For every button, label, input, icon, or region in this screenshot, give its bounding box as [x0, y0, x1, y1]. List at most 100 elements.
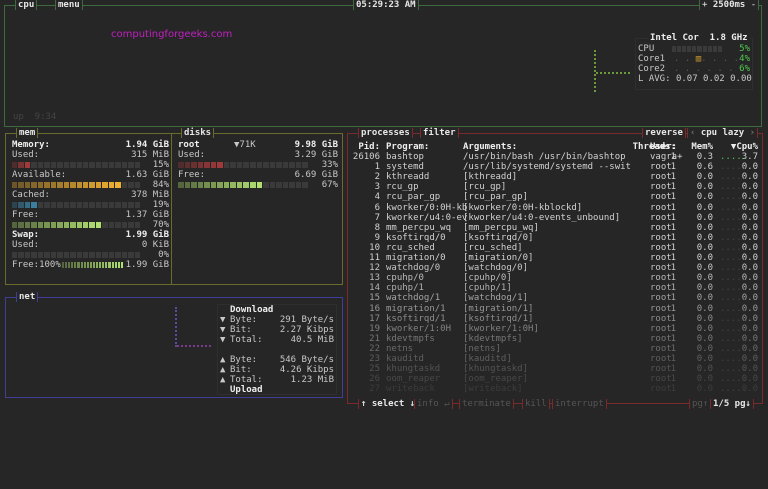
menu-button[interactable]: menu — [55, 0, 83, 10]
bar-cell — [263, 162, 269, 168]
bar-cell — [77, 222, 82, 228]
processes-label[interactable]: processes — [358, 128, 413, 138]
process-row[interactable]: 27writeback[writeback]1root0.00.0..... — [348, 384, 762, 394]
reverse-button[interactable]: reverse — [642, 128, 686, 138]
process-row[interactable]: 7kworker/u4:0-ev[kworker/u4:0-events_unb… — [348, 213, 762, 223]
info-button[interactable]: info ↵ — [414, 399, 453, 409]
process-row[interactable]: 25khungtaskd[khungtaskd]1root0.00.0..... — [348, 364, 762, 374]
disk-free-pct: 67% — [322, 180, 338, 190]
process-program: watchdog/0 — [386, 263, 440, 273]
bar-cell — [257, 162, 263, 168]
bar-cell — [128, 202, 133, 208]
sort-prev-icon[interactable]: ‹ — [690, 128, 695, 138]
page-up-button[interactable]: pg↑ — [689, 399, 711, 409]
process-row[interactable]: 16migration/1[migration/1]1root0.00.0...… — [348, 304, 762, 314]
process-args: [ksoftirqd/1] — [463, 314, 533, 324]
bar-cell — [84, 262, 86, 268]
process-args: [kworker/0:0H-kblockd] — [463, 203, 582, 213]
process-row[interactable]: 26oom_reaper[oom_reaper]1root0.00.0..... — [348, 374, 762, 384]
column-header-mem[interactable]: Mem% — [683, 142, 713, 152]
process-row[interactable]: 10rcu_sched[rcu_sched]1root0.00.0..... — [348, 243, 762, 253]
bar-cell — [250, 162, 256, 168]
mem-label[interactable]: mem — [16, 128, 38, 138]
process-mem: 0.0 — [683, 344, 713, 354]
process-args: [cpuhp/1] — [463, 283, 512, 293]
column-header-args[interactable]: Arguments: — [463, 142, 517, 152]
bar-cell — [135, 222, 140, 228]
bar-cell — [99, 262, 101, 268]
process-cpu-graph: ..... — [720, 334, 747, 344]
bar-cell — [31, 182, 36, 188]
column-header-user[interactable]: User: — [650, 142, 677, 152]
terminate-button[interactable]: terminate — [459, 399, 514, 409]
process-mem: 0.0 — [683, 354, 713, 364]
process-row[interactable]: 13cpuhp/0[cpuhp/0]1root0.00.0..... — [348, 273, 762, 283]
process-row[interactable]: 4rcu_par_gp[rcu_par_gp]1root0.00.0..... — [348, 192, 762, 202]
filter-button[interactable]: filter — [420, 128, 459, 138]
process-pid: 8 — [375, 223, 380, 233]
process-mem: 0.0 — [683, 384, 713, 394]
cpu-label[interactable]: cpu — [15, 0, 37, 10]
bar-cell — [70, 162, 75, 168]
process-row[interactable]: 1systemd/usr/lib/systemd/systemd --swit1… — [348, 162, 762, 172]
mem-item-label: Used: — [12, 150, 39, 160]
process-row[interactable]: 11migration/0[migration/0]1root0.00.0...… — [348, 253, 762, 263]
process-cpu-graph: ..... — [720, 213, 747, 223]
bar-cell — [102, 252, 107, 258]
bar-cell — [713, 46, 717, 52]
process-row[interactable]: 3rcu_gp[rcu_gp]1root0.00.0..... — [348, 182, 762, 192]
process-mem: 0.0 — [683, 283, 713, 293]
net-label[interactable]: net — [16, 292, 38, 302]
bar-cell — [74, 262, 76, 268]
process-mem: 0.0 — [683, 182, 713, 192]
process-args: [migration/0] — [463, 253, 533, 263]
column-header-cpu[interactable]: ▼Cpu% — [731, 142, 758, 152]
process-row[interactable]: 6kworker/0:0H-kb[kworker/0:0H-kblockd]1r… — [348, 203, 762, 213]
page-indicator[interactable]: 1/5 pg↓ — [710, 399, 754, 409]
process-args: [cpuhp/0] — [463, 273, 512, 283]
sort-selector[interactable]: ‹ cpu lazy › — [687, 128, 758, 138]
process-row[interactable]: 23kauditd[kauditd]1root0.00.0..... — [348, 354, 762, 364]
swap-free-bar — [62, 262, 123, 268]
process-row[interactable]: 9ksoftirqd/0[ksoftirqd/0]1root0.00.0....… — [348, 233, 762, 243]
bar-cell — [115, 182, 120, 188]
bar-cell — [70, 222, 75, 228]
disks-label[interactable]: disks — [181, 128, 214, 138]
bar-cell — [96, 252, 101, 258]
net-up-value: 1.23 MiB — [278, 375, 334, 385]
bar-cell — [289, 162, 295, 168]
kill-button[interactable]: kill — [522, 399, 550, 409]
bar-cell — [51, 222, 56, 228]
column-header-program[interactable]: Program: — [386, 142, 429, 152]
process-row[interactable]: 21kdevtmpfs[kdevtmpfs]1root0.00.0..... — [348, 334, 762, 344]
process-row[interactable]: 22netns[netns]1root0.00.0..... — [348, 344, 762, 354]
bar-cell — [302, 182, 308, 188]
process-pid: 25 — [369, 364, 380, 374]
process-row[interactable]: 17ksoftirqd/1[ksoftirqd/1]1root0.00.0...… — [348, 314, 762, 324]
column-header-pid[interactable]: Pid: — [358, 142, 380, 152]
process-cpu-graph: ..... — [720, 384, 747, 394]
disk-free: 6.69 GiB — [295, 170, 338, 180]
bar-cell — [204, 162, 210, 168]
process-row[interactable]: 2kthreadd[kthreadd]1root0.00.0..... — [348, 172, 762, 182]
process-cpu-graph: ..... — [720, 273, 747, 283]
update-interval[interactable]: + 2500ms - — [699, 0, 759, 10]
interval-decrease-button[interactable]: - — [751, 0, 756, 10]
process-row[interactable]: 8mm_percpu_wq[mm_percpu_wq]1root0.00.0..… — [348, 223, 762, 233]
bar-cell — [64, 222, 69, 228]
process-mem: 0.3 — [683, 152, 713, 162]
process-program: kworker/u4:0-ev — [386, 213, 467, 223]
bar-cell — [64, 182, 69, 188]
process-row[interactable]: 15watchdog/1[watchdog/1]1root0.00.0..... — [348, 293, 762, 303]
process-row[interactable]: 14cpuhp/1[cpuhp/1]1root0.00.0..... — [348, 283, 762, 293]
process-row[interactable]: 12watchdog/0[watchdog/0]1root0.00.0..... — [348, 263, 762, 273]
process-program: cpuhp/0 — [386, 273, 424, 283]
process-row[interactable]: 19kworker/1:0H[kworker/1:0H]1root0.00.0.… — [348, 324, 762, 334]
process-mem: 0.0 — [683, 304, 713, 314]
sort-next-icon[interactable]: › — [750, 128, 755, 138]
select-button[interactable]: ↑ select ↓ — [358, 399, 418, 409]
interval-increase-button[interactable]: + — [702, 0, 707, 10]
interrupt-button[interactable]: interrupt — [552, 399, 607, 409]
bar-cell — [64, 202, 69, 208]
process-row[interactable]: 26106bashtop/usr/bin/bash /usr/bin/basht… — [348, 152, 762, 162]
